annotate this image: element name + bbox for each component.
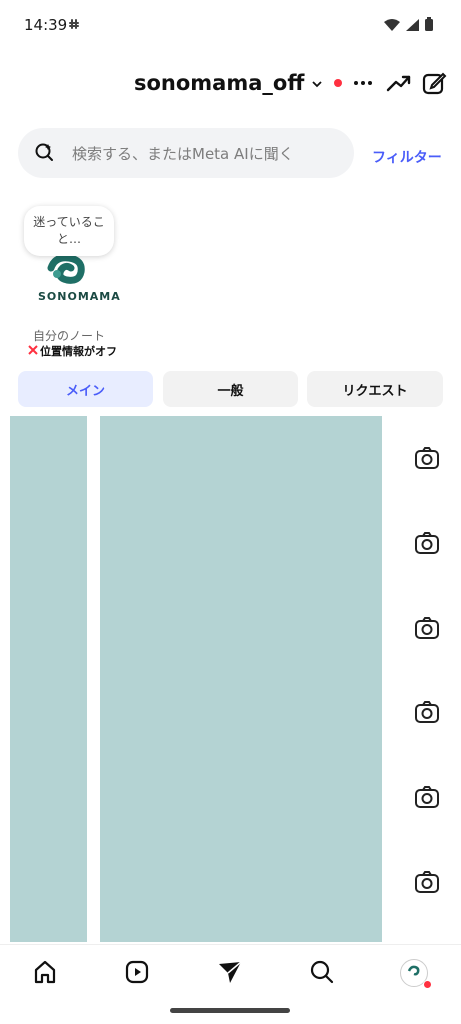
tab-general[interactable]: 一般 <box>163 371 298 407</box>
chevron-down-icon <box>310 76 324 90</box>
meta-ai-search-icon <box>34 142 54 166</box>
camera-icon[interactable] <box>413 868 441 896</box>
camera-icon[interactable] <box>413 783 441 811</box>
camera-icon[interactable] <box>413 444 441 472</box>
notes-avatar[interactable] <box>27 248 109 316</box>
location-status: 位置情報がオフ <box>28 343 117 359</box>
slack-icon <box>67 17 81 35</box>
more-options-icon[interactable] <box>348 68 378 98</box>
location-off-text: 位置情報がオフ <box>40 345 117 358</box>
camera-icon[interactable] <box>413 698 441 726</box>
search-icon[interactable] <box>307 957 337 987</box>
wifi-icon <box>384 16 400 35</box>
status-bar: 14:39 <box>0 0 461 52</box>
account-switcher[interactable]: sonomama_off <box>134 71 343 95</box>
account-name: sonomama_off <box>134 71 305 95</box>
profile-notification-dot <box>423 980 432 989</box>
messages-icon[interactable] <box>215 957 245 987</box>
tab-main[interactable]: メイン <box>18 371 153 407</box>
compose-icon[interactable] <box>419 68 449 98</box>
trending-icon[interactable] <box>384 68 414 98</box>
cell-signal-icon <box>406 16 419 35</box>
battery-icon <box>425 16 433 35</box>
reels-icon[interactable] <box>122 957 152 987</box>
notification-dot <box>334 79 343 87</box>
search-input[interactable]: 検索する、またはMeta AIに聞く <box>18 128 354 178</box>
conversation-list <box>0 416 461 942</box>
inbox-tabs: メイン 一般 リクエスト <box>18 371 443 407</box>
brand-logo-text: SONOMAMA <box>38 290 121 303</box>
tab-requests[interactable]: リクエスト <box>307 371 443 407</box>
status-time: 14:39 <box>24 16 68 34</box>
redacted-messages-panel <box>100 416 382 942</box>
filter-button[interactable]: フィルター <box>372 147 442 167</box>
bottom-nav <box>0 944 461 1001</box>
home-indicator <box>170 1008 290 1013</box>
location-off-icon <box>28 344 38 358</box>
camera-icon[interactable] <box>413 614 441 642</box>
header: sonomama_off <box>0 60 461 108</box>
your-note-label: 自分のノート <box>33 329 106 343</box>
redacted-avatars-panel <box>10 416 87 942</box>
search-placeholder: 検索する、またはMeta AIに聞く <box>72 145 294 163</box>
camera-icon[interactable] <box>413 529 441 557</box>
note-bubble[interactable]: 迷っていること… <box>24 206 114 256</box>
status-icons <box>384 16 433 35</box>
home-icon[interactable] <box>30 957 60 987</box>
